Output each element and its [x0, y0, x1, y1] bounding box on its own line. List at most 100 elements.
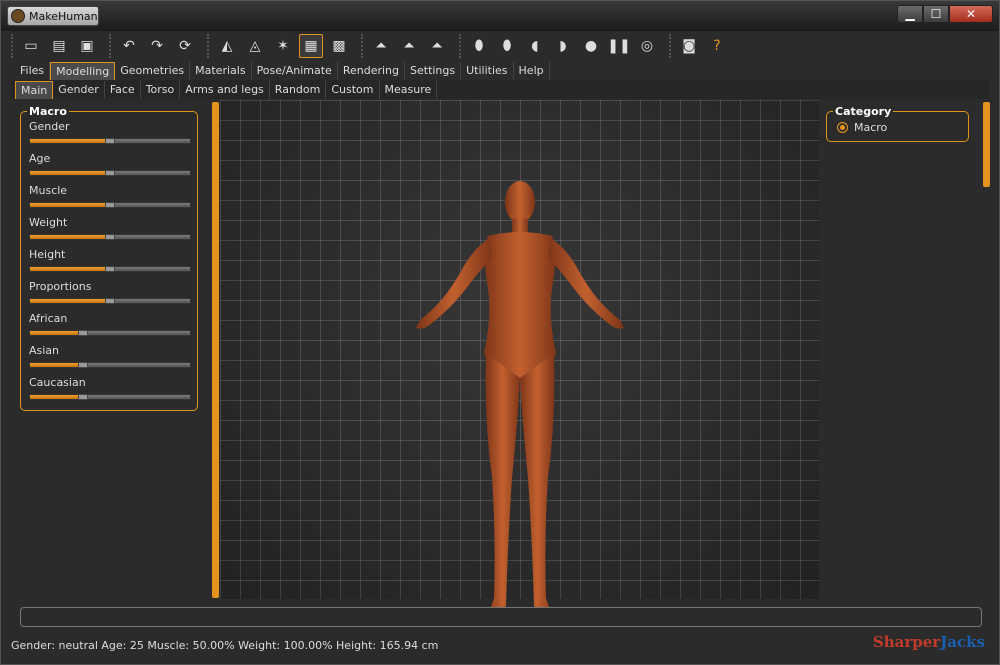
- subtab-random[interactable]: Random: [270, 81, 327, 99]
- slider-fill: [30, 331, 84, 335]
- right-panel-scrollbar[interactable]: [983, 102, 990, 187]
- slider-handle[interactable]: [105, 266, 115, 272]
- new-file-button[interactable]: ▭: [19, 34, 43, 58]
- help-icon: ?: [713, 38, 721, 54]
- tab-rendering[interactable]: Rendering: [338, 62, 405, 80]
- grid-button[interactable]: ▦: [299, 34, 323, 58]
- tab-geometries[interactable]: Geometries: [115, 62, 191, 80]
- slider-handle[interactable]: [105, 202, 115, 208]
- slider-label: Muscle: [29, 184, 68, 197]
- slider-handle[interactable]: [105, 298, 115, 304]
- 3d-viewport[interactable]: [220, 100, 819, 612]
- radio-selected-icon[interactable]: [837, 122, 848, 133]
- front-view-button[interactable]: ⏶: [369, 34, 393, 58]
- reset-camera-icon: ◎: [640, 38, 654, 54]
- slider-label: Weight: [29, 216, 68, 229]
- slider-track[interactable]: [29, 362, 191, 368]
- pose-icon: ✶: [277, 38, 289, 54]
- pose-button[interactable]: ✶: [271, 34, 295, 58]
- screenshot-icon: ◙: [682, 38, 696, 54]
- human-model[interactable]: [408, 178, 638, 623]
- category-option-macro[interactable]: Macro: [837, 121, 887, 134]
- side-view-button[interactable]: ⏶: [425, 34, 449, 58]
- slider-track[interactable]: [29, 330, 191, 336]
- tab-settings[interactable]: Settings: [405, 62, 462, 80]
- progress-bar: [20, 607, 982, 627]
- app-logo-icon: [11, 9, 25, 23]
- window-title-text: MakeHuman: [29, 9, 98, 23]
- undo-button[interactable]: ↶: [117, 34, 141, 58]
- subtab-main[interactable]: Main: [15, 81, 54, 99]
- slider-handle[interactable]: [105, 170, 115, 176]
- tab-materials[interactable]: Materials: [190, 62, 252, 80]
- slider-label: Gender: [29, 120, 70, 133]
- front-view-icon: ⏶: [375, 38, 387, 54]
- slider-muscle: Muscle: [29, 184, 191, 208]
- slider-track[interactable]: [29, 202, 191, 208]
- slider-fill: [30, 267, 110, 271]
- category-group: Category Macro: [826, 105, 969, 142]
- wireframe-button[interactable]: ◬: [243, 34, 267, 58]
- app-window: MakeHuman ▁ ☐ ✕ ▭ ▤ ▣ ↶ ↷ ⟳ ◭ ◬ ✶ ▦ ▩ ⏶ ⏶ ⏶ ⬮ ⬮ ◖ ◗ ● ❚❚ ◎ ◙?…: [0, 0, 1000, 665]
- redo-button[interactable]: ↷: [145, 34, 169, 58]
- reset-button[interactable]: ⟳: [173, 34, 197, 58]
- back-view-button[interactable]: ⏶: [397, 34, 421, 58]
- slider-gender: Gender: [29, 120, 191, 144]
- smooth-button[interactable]: ◭: [215, 34, 239, 58]
- left-panel-scrollbar[interactable]: [212, 102, 219, 598]
- checker-icon: ▩: [332, 38, 346, 54]
- slider-handle[interactable]: [105, 234, 115, 240]
- screenshot-button[interactable]: ◙: [677, 34, 701, 58]
- slider-label: African: [29, 312, 68, 325]
- subtab-gender[interactable]: Gender: [53, 81, 105, 99]
- slider-track[interactable]: [29, 394, 191, 400]
- head-front-button[interactable]: ⬮: [467, 34, 491, 58]
- subtab-arms-and-legs[interactable]: Arms and legs: [180, 81, 270, 99]
- subtab-measure[interactable]: Measure: [380, 81, 438, 99]
- slider-handle[interactable]: [78, 362, 89, 368]
- slider-track[interactable]: [29, 138, 191, 144]
- sub-tabs: Main Gender Face Torso Arms and legs Random Cu…: [15, 81, 438, 99]
- head-top-icon: ●: [584, 38, 598, 54]
- head-right-button[interactable]: ◗: [551, 34, 575, 58]
- export-icon: ▣: [80, 38, 94, 54]
- subtab-custom[interactable]: Custom: [326, 81, 380, 99]
- feet-button[interactable]: ❚❚: [607, 34, 631, 58]
- slider-height: Height: [29, 248, 191, 272]
- side-view-icon: ⏶: [431, 38, 443, 54]
- toolbar-group: ◭ ◬ ✶ ▦ ▩: [207, 34, 355, 58]
- slider-label: Height: [29, 248, 66, 261]
- tab-modelling[interactable]: Modelling: [50, 62, 116, 80]
- main-toolbar: ▭ ▤ ▣ ↶ ↷ ⟳ ◭ ◬ ✶ ▦ ▩ ⏶ ⏶ ⏶ ⬮ ⬮ ◖ ◗ ● ❚❚ ◎ ◙?: [11, 33, 739, 59]
- slider-handle[interactable]: [105, 138, 115, 144]
- tab-pose-animate[interactable]: Pose/Animate: [252, 62, 338, 80]
- export-button[interactable]: ▣: [75, 34, 99, 58]
- back-view-icon: ⏶: [403, 38, 415, 54]
- slider-track[interactable]: [29, 234, 191, 240]
- maximize-button[interactable]: ☐: [923, 5, 949, 23]
- close-button[interactable]: ✕: [949, 5, 993, 23]
- head-top-button[interactable]: ●: [579, 34, 603, 58]
- subtab-face[interactable]: Face: [105, 81, 141, 99]
- slider-fill: [30, 363, 84, 367]
- save-icon: ▤: [52, 38, 66, 54]
- slider-track[interactable]: [29, 266, 191, 272]
- slider-label: Asian: [29, 344, 60, 357]
- help-button[interactable]: ?: [705, 34, 729, 58]
- slider-age: Age: [29, 152, 191, 176]
- undo-icon: ↶: [123, 38, 135, 54]
- minimize-button[interactable]: ▁: [897, 5, 923, 23]
- reset-camera-button[interactable]: ◎: [635, 34, 659, 58]
- head-back-button[interactable]: ⬮: [495, 34, 519, 58]
- subtab-torso[interactable]: Torso: [141, 81, 181, 99]
- checker-button[interactable]: ▩: [327, 34, 351, 58]
- tab-help[interactable]: Help: [514, 62, 550, 80]
- slider-track[interactable]: [29, 298, 191, 304]
- slider-handle[interactable]: [78, 330, 89, 336]
- tab-files[interactable]: Files: [15, 62, 51, 80]
- slider-track[interactable]: [29, 170, 191, 176]
- head-left-button[interactable]: ◖: [523, 34, 547, 58]
- slider-handle[interactable]: [78, 394, 89, 400]
- tab-utilities[interactable]: Utilities: [461, 62, 514, 80]
- save-button[interactable]: ▤: [47, 34, 71, 58]
